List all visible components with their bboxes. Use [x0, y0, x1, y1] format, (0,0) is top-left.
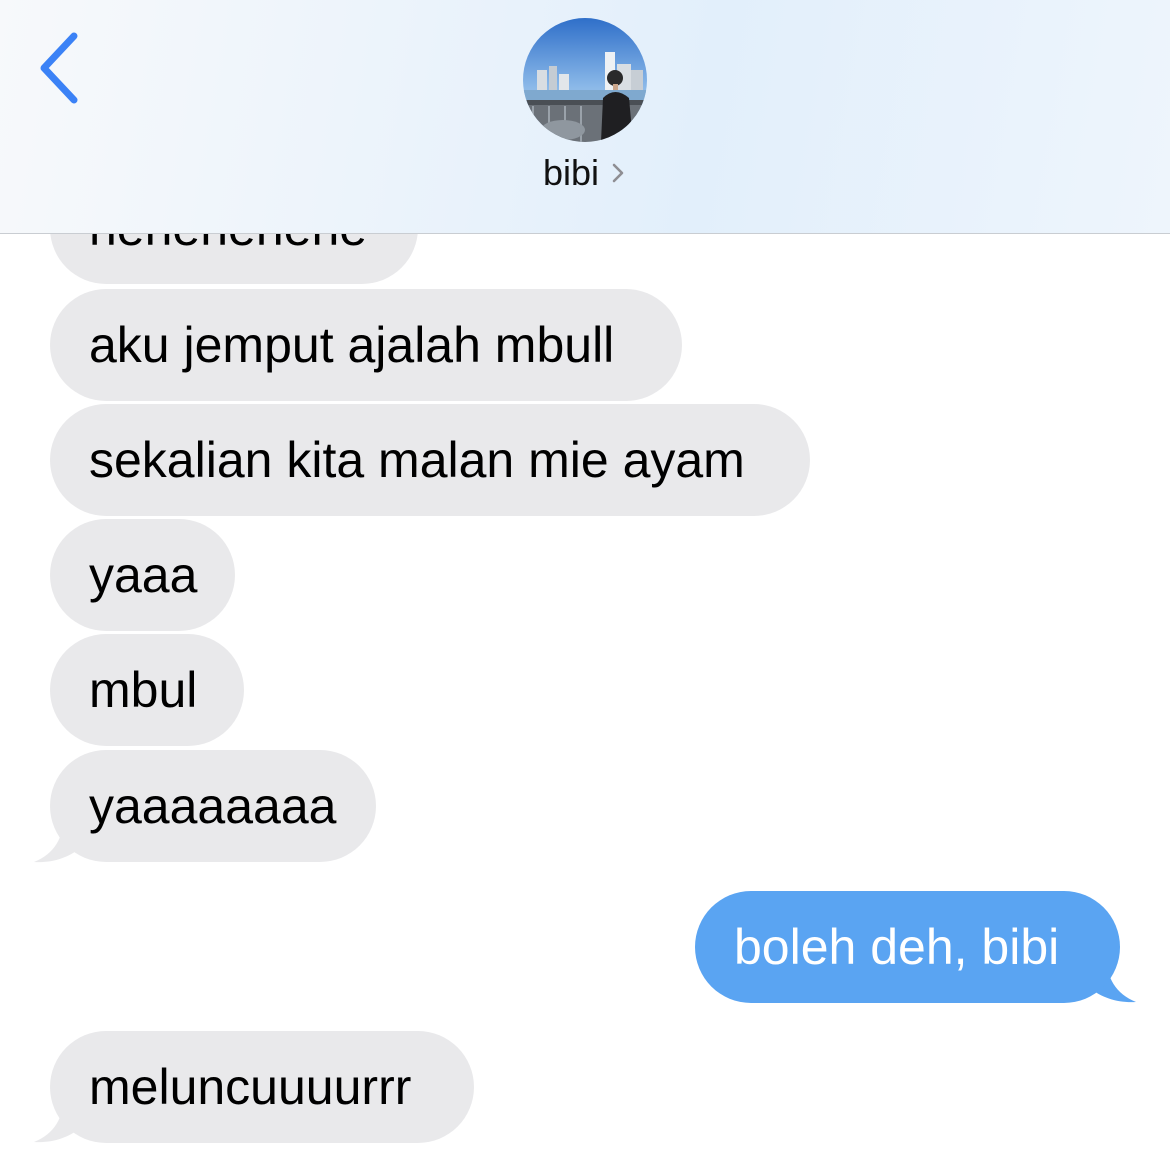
- chevron-right-icon: [612, 163, 624, 183]
- message-text: yaaa: [89, 547, 198, 603]
- chevron-left-icon: [40, 32, 78, 104]
- message-text: meluncuuuurrr: [89, 1059, 412, 1115]
- message-bubble-received[interactable]: meluncuuuurrr: [50, 1031, 474, 1143]
- message-text: yaaaaaaaa: [89, 778, 337, 834]
- message-bubble-sent[interactable]: boleh deh, bibi: [695, 891, 1120, 1003]
- avatar-photo: [523, 18, 647, 142]
- message-bubble-received[interactable]: sekalian kita malan mie ayam: [50, 404, 810, 516]
- back-button[interactable]: [30, 28, 90, 108]
- message-text: sekalian kita malan mie ayam: [89, 432, 745, 488]
- message-bubble-received[interactable]: aku jemput ajalah mbull: [50, 289, 682, 401]
- message-text: aku jemput ajalah mbull: [89, 317, 615, 373]
- message-bubble-received[interactable]: yaaa: [50, 519, 235, 631]
- message-bubble-received[interactable]: yaaaaaaaa: [50, 750, 376, 862]
- conversation-header: bibi: [0, 0, 1170, 234]
- message-text: boleh deh, bibi: [734, 919, 1060, 975]
- contact-name: bibi: [542, 152, 600, 193]
- message-text: mbul: [89, 662, 198, 718]
- message-bubble-received[interactable]: mbul: [50, 634, 244, 746]
- contact-name-button[interactable]: bibi: [0, 152, 1170, 194]
- avatar[interactable]: [523, 18, 647, 142]
